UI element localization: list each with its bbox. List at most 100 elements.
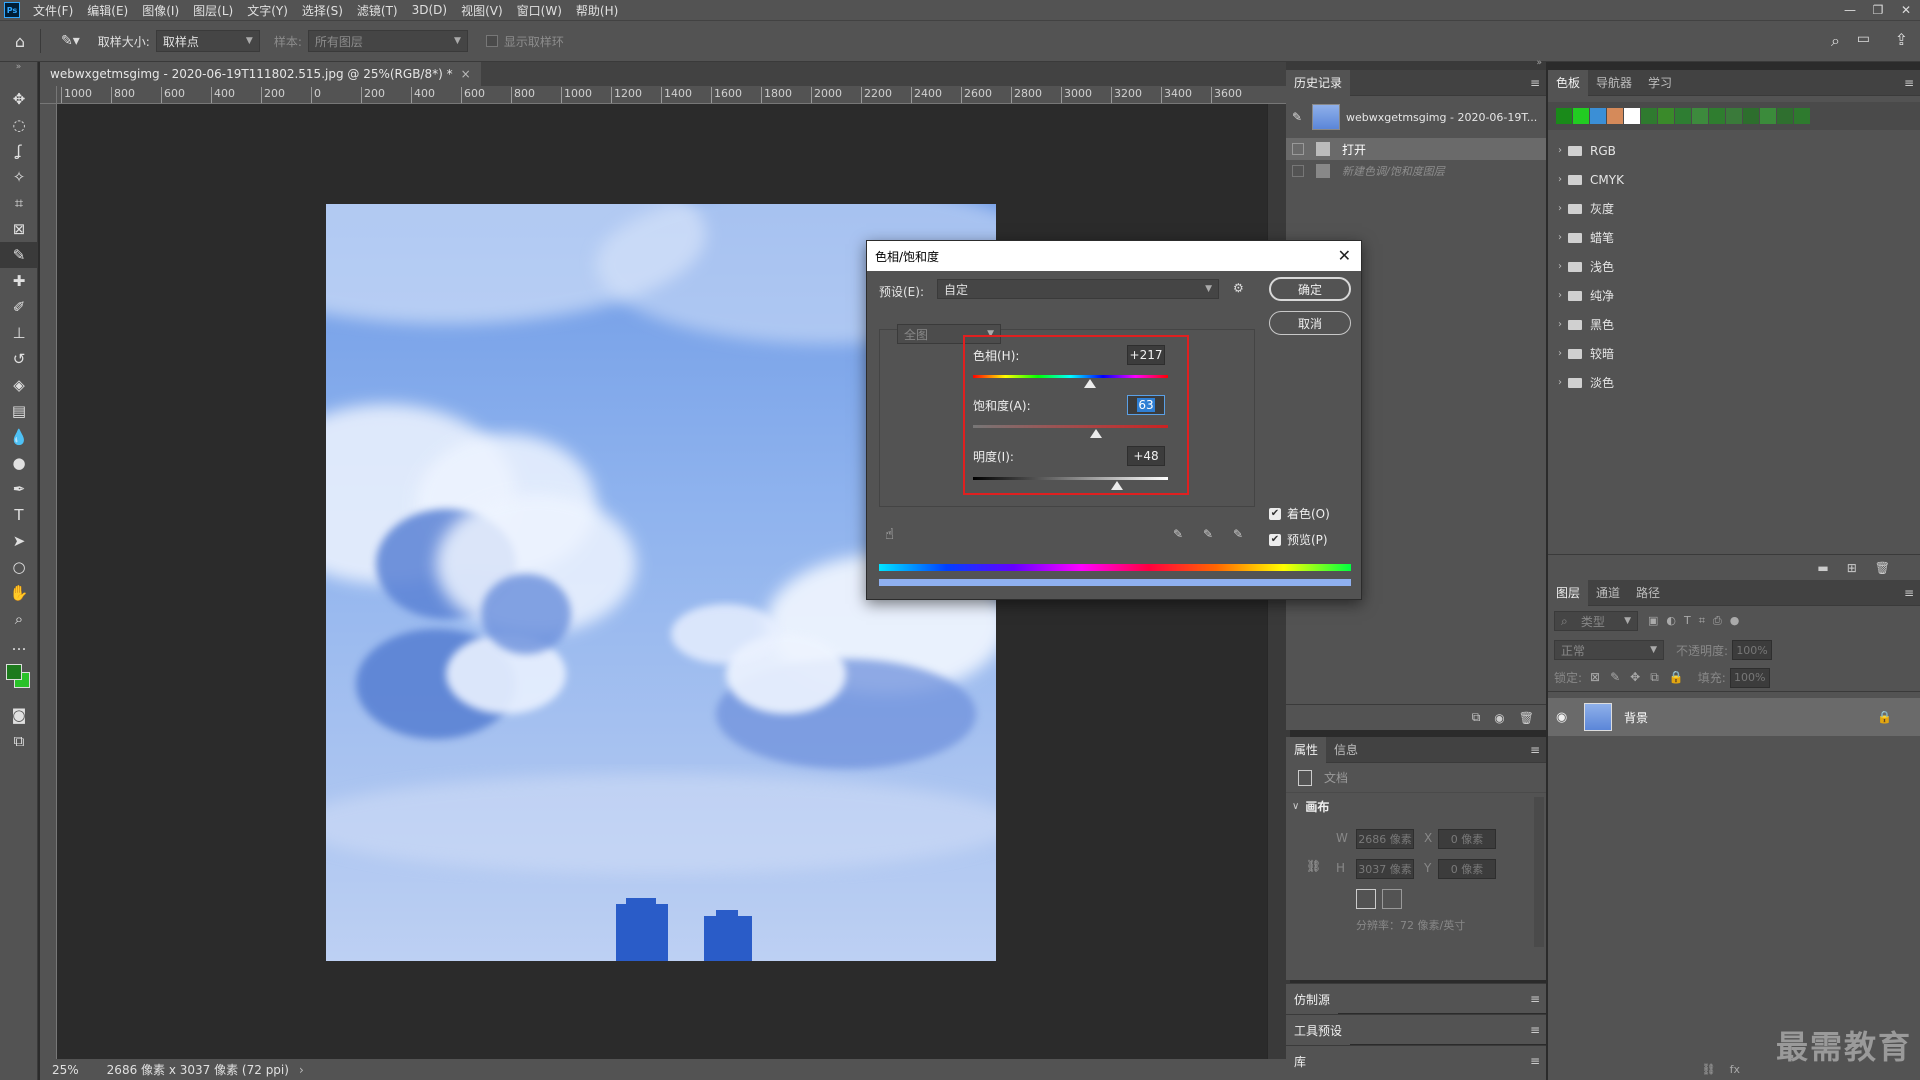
pen-tool-icon[interactable]: ✒ bbox=[0, 476, 38, 502]
history-item[interactable]: 新建色调/饱和度图层 bbox=[1286, 160, 1546, 182]
color-swatch[interactable] bbox=[1624, 108, 1640, 124]
layer-row[interactable]: ◉ 背景 🔒 bbox=[1548, 698, 1920, 736]
collapse-toolbar-icon[interactable]: » bbox=[0, 62, 37, 86]
lightness-field[interactable]: +48 bbox=[1127, 446, 1165, 466]
tab-navigator[interactable]: 导航器 bbox=[1588, 70, 1640, 96]
close-icon[interactable]: ✕ bbox=[1338, 246, 1351, 265]
history-brush-tool-icon[interactable]: ↺ bbox=[0, 346, 38, 372]
panel-menu-icon[interactable]: ≡ bbox=[1530, 1054, 1540, 1068]
swatch-group-item[interactable]: › 灰度 bbox=[1548, 194, 1920, 223]
history-brush-toggle[interactable] bbox=[1292, 143, 1304, 155]
preview-option[interactable]: ✔ 预览(P) bbox=[1269, 531, 1328, 548]
hue-field[interactable]: +217 bbox=[1127, 345, 1165, 365]
color-swatch[interactable] bbox=[1794, 108, 1810, 124]
sample-select[interactable]: 所有图层 ▼ bbox=[307, 30, 468, 52]
tab-tool-presets[interactable]: 工具预设 bbox=[1286, 1015, 1351, 1045]
swatch-group-item[interactable]: › 蜡笔 bbox=[1548, 223, 1920, 252]
trash-icon[interactable]: 🗑 bbox=[1519, 711, 1534, 725]
fx-icon[interactable]: fx bbox=[1730, 1063, 1740, 1076]
y-field[interactable]: 0 像素 bbox=[1438, 859, 1496, 879]
hand-tool-icon[interactable]: ✋ bbox=[0, 580, 38, 606]
height-field[interactable]: 3037 像素 bbox=[1356, 859, 1414, 879]
menu-select[interactable]: 选择(S) bbox=[295, 2, 350, 19]
foreground-color-swatch[interactable] bbox=[6, 664, 22, 680]
color-swatch[interactable] bbox=[1641, 108, 1657, 124]
portrait-orientation-icon[interactable] bbox=[1356, 889, 1376, 909]
color-swatch[interactable] bbox=[1777, 108, 1793, 124]
hue-slider-thumb[interactable] bbox=[1084, 379, 1096, 388]
chevron-right-icon[interactable]: › bbox=[1558, 377, 1562, 388]
fill-field[interactable]: 100% bbox=[1729, 667, 1770, 688]
gear-icon[interactable]: ⚙ bbox=[1233, 281, 1244, 295]
brush-tool-icon[interactable]: ✐ bbox=[0, 294, 38, 320]
panel-menu-icon[interactable]: ≡ bbox=[1904, 586, 1914, 600]
tab-channels[interactable]: 通道 bbox=[1588, 580, 1628, 606]
vertical-ruler[interactable] bbox=[40, 104, 57, 1059]
tab-swatches[interactable]: 色板 bbox=[1548, 69, 1589, 96]
show-ring-checkbox[interactable] bbox=[485, 35, 498, 47]
dialog-titlebar[interactable]: 色相/饱和度 ✕ bbox=[867, 241, 1361, 271]
close-window-icon[interactable]: ✕ bbox=[1892, 0, 1920, 20]
blur-tool-icon[interactable]: 💧 bbox=[0, 424, 38, 450]
layer-filter-select[interactable]: ⌕ 类型 ▼ bbox=[1554, 611, 1638, 631]
minimize-icon[interactable]: — bbox=[1836, 0, 1864, 20]
gradient-tool-icon[interactable]: ▤ bbox=[0, 398, 38, 424]
color-swatch[interactable] bbox=[1590, 108, 1606, 124]
swatch-group-item[interactable]: › RGB bbox=[1548, 136, 1920, 165]
home-icon[interactable]: ⌂ bbox=[0, 32, 40, 51]
horizontal-ruler[interactable]: 1000 800 600 400 200 0 200 400 600 800 1000 1200 140… bbox=[57, 86, 1290, 104]
menu-help[interactable]: 帮助(H) bbox=[569, 2, 625, 19]
new-group-folder-icon[interactable]: ▬ bbox=[1817, 561, 1828, 575]
swatch-group-item[interactable]: › CMYK bbox=[1548, 165, 1920, 194]
color-swatch[interactable] bbox=[1743, 108, 1759, 124]
lock-icon[interactable]: 🔒 bbox=[1877, 710, 1892, 724]
preset-select[interactable]: 自定 ▼ bbox=[937, 279, 1219, 299]
lock-icons[interactable]: ⊠✎✥⧉🔒 bbox=[1590, 670, 1694, 685]
panel-menu-icon[interactable]: ≡ bbox=[1530, 1023, 1540, 1037]
colorize-checkbox[interactable]: ✔ bbox=[1269, 507, 1281, 520]
chevron-right-icon[interactable]: › bbox=[1558, 290, 1562, 301]
zoom-level[interactable]: 25% bbox=[52, 1063, 79, 1077]
frame-tool-icon[interactable]: ⊠ bbox=[0, 216, 38, 242]
chevron-right-icon[interactable]: › bbox=[1558, 261, 1562, 272]
ellipse-tool-icon[interactable]: ○ bbox=[0, 554, 38, 580]
tab-info[interactable]: 信息 bbox=[1326, 737, 1366, 763]
tab-learn[interactable]: 学习 bbox=[1640, 70, 1680, 96]
clone-stamp-tool-icon[interactable]: ⊥ bbox=[0, 320, 38, 346]
eyedropper-add-icon[interactable]: ✎ bbox=[1203, 527, 1213, 541]
move-tool-icon[interactable]: ✥ bbox=[0, 86, 38, 112]
chevron-right-icon[interactable]: › bbox=[1558, 319, 1562, 330]
new-document-from-state-icon[interactable]: ⧉ bbox=[1472, 710, 1481, 725]
dodge-tool-icon[interactable]: ● bbox=[0, 450, 38, 476]
colorize-option[interactable]: ✔ 着色(O) bbox=[1269, 505, 1330, 522]
healing-brush-tool-icon[interactable]: ✚ bbox=[0, 268, 38, 294]
lightness-slider-track[interactable] bbox=[973, 477, 1168, 480]
chevron-down-icon[interactable]: ∨ bbox=[1292, 801, 1299, 812]
menu-layer[interactable]: 图层(L) bbox=[186, 2, 240, 19]
swatch-group-item[interactable]: › 纯净 bbox=[1548, 281, 1920, 310]
width-field[interactable]: 2686 像素 bbox=[1356, 829, 1414, 849]
history-item[interactable]: 打开 bbox=[1286, 138, 1546, 160]
menu-3d[interactable]: 3D(D) bbox=[405, 3, 454, 17]
menu-filter[interactable]: 滤镜(T) bbox=[350, 2, 405, 19]
tab-libraries[interactable]: 库 bbox=[1286, 1046, 1315, 1076]
eraser-tool-icon[interactable]: ◈ bbox=[0, 372, 38, 398]
document-tab[interactable]: webwxgetmsgimg - 2020-06-19T111802.515.j… bbox=[40, 62, 481, 86]
menu-type[interactable]: 文字(Y) bbox=[240, 2, 295, 19]
restore-icon[interactable]: ❐ bbox=[1864, 0, 1892, 20]
history-snapshot[interactable]: ✎ webwxgetmsgimg - 2020-06-19T... bbox=[1286, 100, 1546, 134]
panel-menu-icon[interactable]: ≡ bbox=[1904, 76, 1914, 90]
workspace-icon[interactable]: ▭ bbox=[1857, 31, 1870, 47]
panel-menu-icon[interactable]: ≡ bbox=[1530, 76, 1540, 90]
link-layers-icon[interactable]: ⛓ bbox=[1702, 1063, 1716, 1076]
crop-tool-icon[interactable]: ⌗ bbox=[0, 190, 38, 216]
chevron-right-icon[interactable]: › bbox=[299, 1063, 304, 1077]
tab-history[interactable]: 历史记录 bbox=[1286, 69, 1351, 96]
blend-mode-select[interactable]: 正常 ▼ bbox=[1554, 640, 1664, 660]
opacity-field[interactable]: 100% bbox=[1732, 640, 1773, 660]
eyedropper-preset-icon[interactable]: ✎▾ bbox=[61, 33, 80, 49]
swatch-group-item[interactable]: › 浅色 bbox=[1548, 252, 1920, 281]
lightness-slider-thumb[interactable] bbox=[1111, 481, 1124, 490]
menu-edit[interactable]: 编辑(E) bbox=[80, 2, 135, 19]
panel-menu-icon[interactable]: ≡ bbox=[1530, 992, 1540, 1006]
